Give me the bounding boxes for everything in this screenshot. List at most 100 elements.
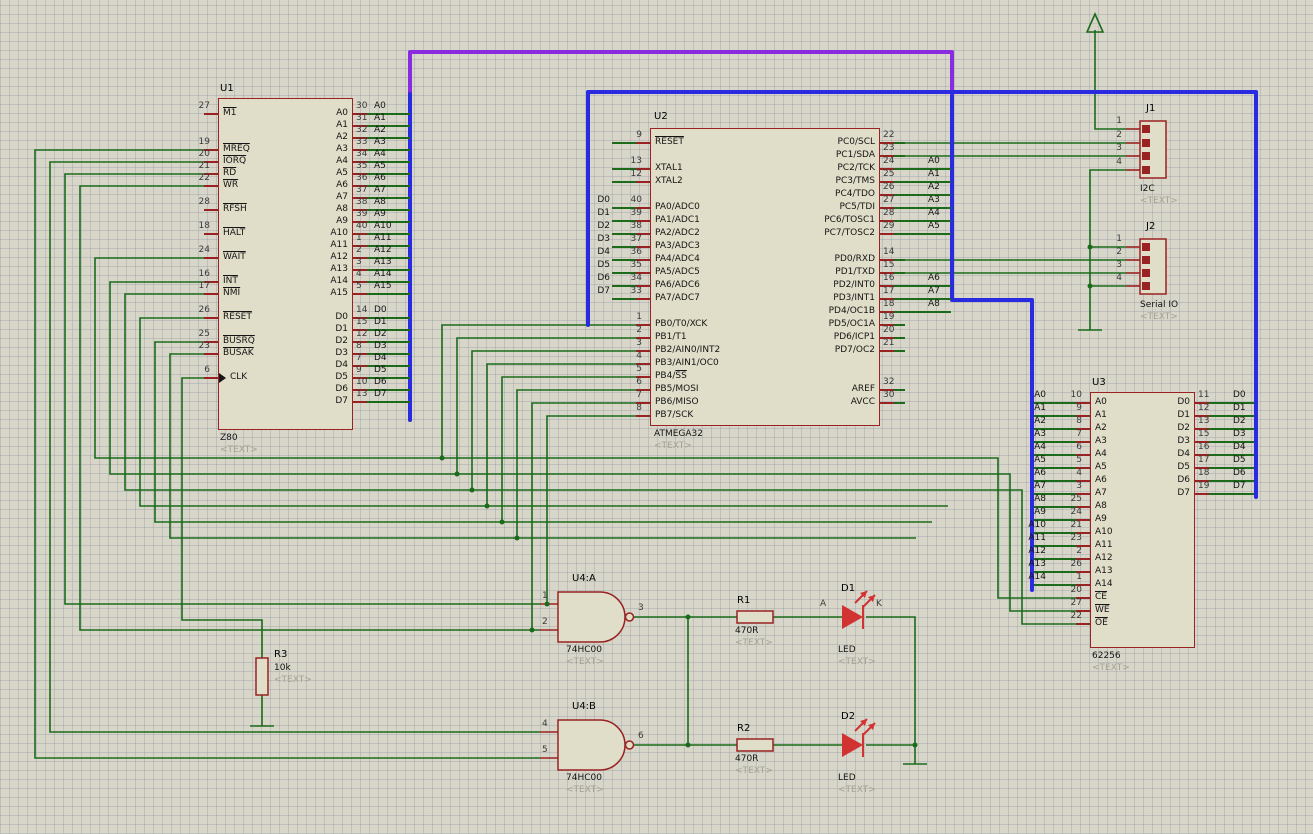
wire[interactable] — [894, 142, 905, 144]
wire[interactable] — [894, 324, 905, 326]
u1-pin-number: 8 — [356, 341, 362, 351]
wire[interactable] — [894, 155, 905, 157]
u1-pin-stub[interactable] — [204, 257, 218, 259]
u1-pin-number: 20 — [198, 149, 210, 159]
resistor-r1-body[interactable] — [736, 610, 774, 624]
u2-pin-number: 26 — [883, 182, 895, 192]
u1-pin-stub[interactable] — [204, 353, 218, 355]
wire[interactable] — [894, 259, 905, 261]
wire[interactable] — [894, 402, 905, 404]
u2-pin-name: PB4/SS — [655, 371, 687, 381]
u3-pin-stub[interactable] — [1195, 493, 1209, 495]
j2-pin2-number: 2 — [1116, 247, 1122, 257]
u2-pin-number: 12 — [630, 169, 642, 179]
wire[interactable] — [894, 168, 951, 170]
wire[interactable] — [894, 311, 951, 313]
u2-pin-number: 35 — [630, 260, 642, 270]
u1-pin-number: 37 — [356, 185, 368, 195]
connector-j2-body[interactable] — [1126, 238, 1167, 295]
wire[interactable] — [612, 181, 636, 183]
wire[interactable] — [894, 207, 951, 209]
wire[interactable] — [894, 350, 905, 352]
connector-j1-body[interactable] — [1126, 120, 1167, 179]
u1-pin-name: A3 — [336, 144, 348, 154]
wire[interactable] — [1209, 428, 1254, 430]
u1-pin-stub[interactable] — [204, 233, 218, 235]
net-label: A12 — [1028, 546, 1046, 556]
u2-pin-name: AREF — [851, 384, 875, 394]
wire[interactable] — [1209, 493, 1254, 495]
wire[interactable] — [1209, 402, 1254, 404]
u2-pin-stub[interactable] — [636, 415, 650, 417]
wire[interactable] — [367, 293, 410, 295]
wire[interactable] — [1209, 480, 1254, 482]
u4b-value: 74HC00 — [566, 773, 602, 783]
u1-pin-number: 12 — [356, 329, 368, 339]
wire[interactable] — [894, 298, 951, 300]
u1-pin-name: M1 — [223, 108, 237, 118]
u3-pin-number: 5 — [1076, 455, 1082, 465]
u4a-pin2-number: 2 — [542, 617, 548, 627]
u1-pin-name: A14 — [330, 276, 348, 286]
u1-pin-stub[interactable] — [204, 113, 218, 115]
wire[interactable] — [894, 337, 905, 339]
resistor-r3-body[interactable] — [255, 657, 269, 696]
u3-text: <TEXT> — [1092, 663, 1130, 673]
u2-pin-stub[interactable] — [636, 298, 650, 300]
u3-pin-stub[interactable] — [1076, 623, 1090, 625]
u1-pin-name: D7 — [335, 396, 348, 406]
wire[interactable] — [894, 272, 905, 274]
wire[interactable] — [612, 298, 636, 300]
net-label: A7 — [928, 286, 940, 296]
u3-pin-name: D5 — [1177, 462, 1190, 472]
u1-pin-stub[interactable] — [204, 209, 218, 211]
u1-pin-name: D1 — [335, 324, 348, 334]
u2-pin-stub[interactable] — [880, 233, 894, 235]
wire[interactable] — [894, 181, 951, 183]
u1-pin-number: 31 — [356, 113, 368, 123]
u1-pin-stub[interactable] — [353, 293, 367, 295]
u2-pin-name: PA5/ADC5 — [655, 267, 700, 277]
wire[interactable] — [367, 401, 410, 403]
u1-pin-stub[interactable] — [204, 377, 218, 379]
u1-pin-stub[interactable] — [353, 401, 367, 403]
gate-u4a-body[interactable] — [540, 591, 635, 643]
wire[interactable] — [894, 220, 951, 222]
u1-pin-number: 21 — [198, 161, 210, 171]
u2-pin-stub[interactable] — [636, 181, 650, 183]
wire[interactable] — [612, 142, 636, 144]
net-label: A3 — [928, 195, 940, 205]
wire[interactable] — [894, 194, 951, 196]
wire[interactable] — [894, 285, 951, 287]
u1-pin-stub[interactable] — [204, 185, 218, 187]
u1-pin-stub[interactable] — [204, 317, 218, 319]
u1-pin-name: WR — [223, 180, 239, 190]
net-label: D1 — [1233, 403, 1246, 413]
wire[interactable] — [894, 233, 951, 235]
vcc-power-symbol[interactable] — [1085, 12, 1105, 33]
u3-pin-number: 18 — [1198, 468, 1210, 478]
u2-pin-stub[interactable] — [880, 350, 894, 352]
u1-pin-number: 25 — [198, 329, 210, 339]
wire[interactable] — [1209, 454, 1254, 456]
gate-u4b-body[interactable] — [540, 719, 635, 771]
u3-pin-name: D6 — [1177, 475, 1190, 485]
d2-text: <TEXT> — [838, 785, 876, 795]
u1-pin-stub[interactable] — [204, 293, 218, 295]
u2-pin-stub[interactable] — [880, 402, 894, 404]
u2-pin-number: 30 — [883, 390, 895, 400]
u1-pin-name: BUSRQ — [223, 336, 255, 346]
led-d2-symbol[interactable] — [842, 718, 876, 757]
wire[interactable] — [1209, 441, 1254, 443]
d1-cathode-label: K — [876, 599, 882, 609]
resistor-r2-body[interactable] — [736, 738, 774, 752]
u2-pin-stub[interactable] — [636, 142, 650, 144]
wire[interactable] — [1209, 467, 1254, 469]
wire[interactable] — [894, 389, 905, 391]
u1-pin-number: 1 — [356, 233, 362, 243]
led-d1-symbol[interactable] — [842, 590, 876, 629]
j1-pin4-number: 4 — [1116, 157, 1122, 167]
u2-pin-name: PB7/SCK — [655, 410, 694, 420]
d2-value: LED — [838, 773, 856, 783]
wire[interactable] — [1209, 415, 1254, 417]
